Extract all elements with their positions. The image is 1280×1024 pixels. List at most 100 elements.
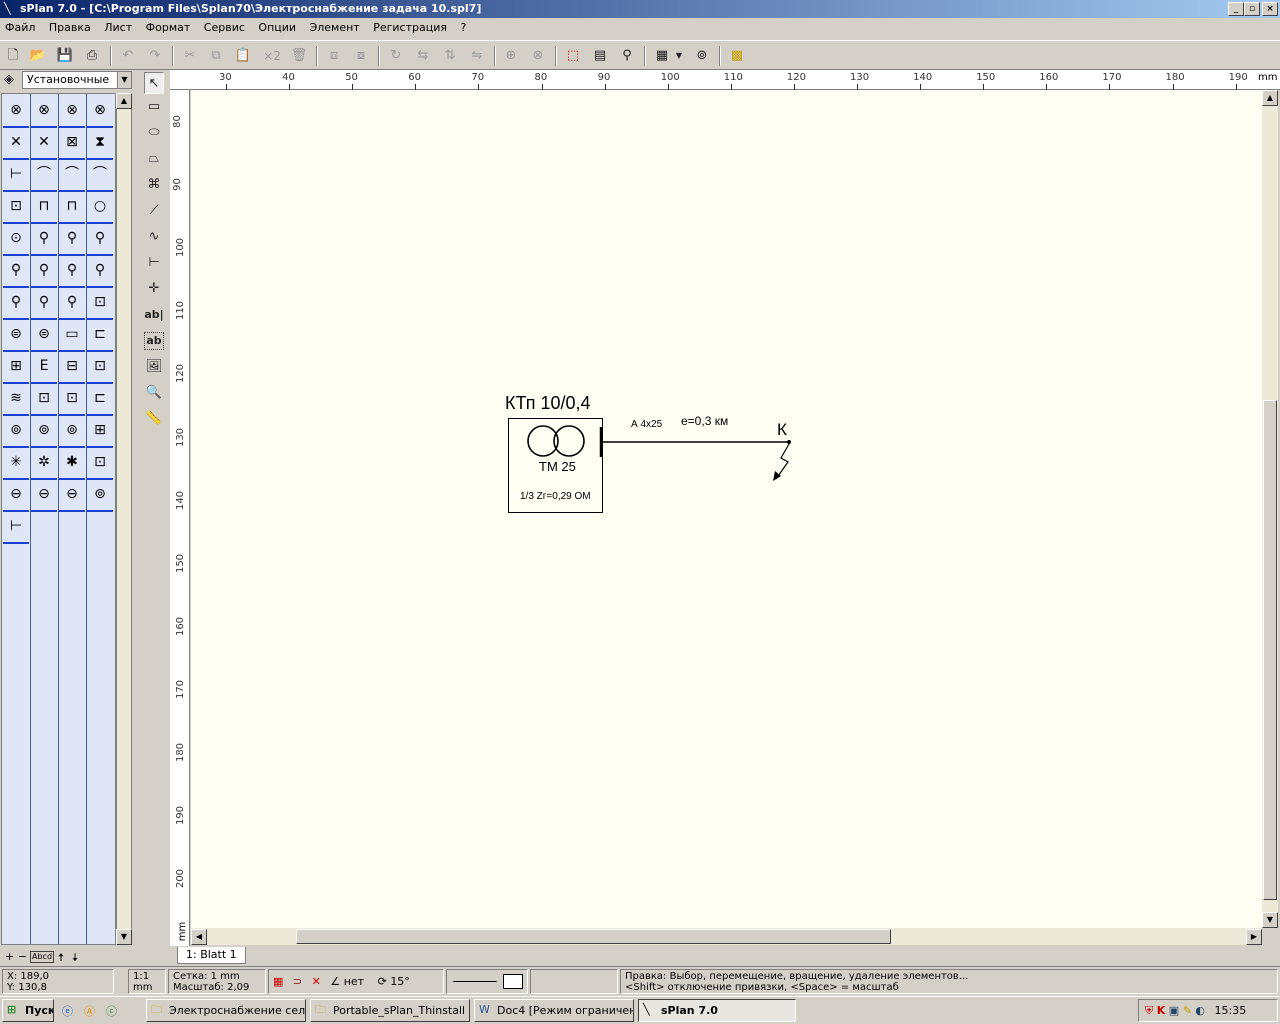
duplicate-x2-button[interactable]: ×2 xyxy=(260,46,284,66)
library-symbol-icon[interactable]: ⊏ xyxy=(87,385,113,416)
library-symbol-icon[interactable]: ⊙ xyxy=(3,225,29,256)
library-symbol-icon[interactable]: ✲ xyxy=(31,449,57,480)
remove-page-icon[interactable]: − xyxy=(18,950,27,963)
library-label-button[interactable]: Abcd xyxy=(30,951,55,963)
drawing-canvas[interactable]: КТп 10/0,4 ТМ 25 1/3 Zг=0,29 ОМ А 4х25 е… xyxy=(191,90,1262,928)
grid-icon[interactable]: ▦ xyxy=(652,46,672,66)
polygon-tool-icon[interactable]: ⏢ xyxy=(144,148,164,170)
to-back-icon[interactable]: ⧇ xyxy=(351,46,371,66)
copy-icon[interactable]: ⧉ xyxy=(206,46,226,66)
transformer-substation[interactable]: КТп 10/0,4 ТМ 25 1/3 Zг=0,29 ОМ xyxy=(505,393,603,513)
library-symbol-icon[interactable]: ⊡ xyxy=(31,385,57,416)
paste-icon[interactable]: 📋 xyxy=(233,46,253,66)
redo-icon[interactable]: ↷ xyxy=(145,46,165,66)
angle-icon[interactable]: ∠ xyxy=(330,975,340,988)
library-symbol-icon[interactable]: ≋ xyxy=(3,385,29,416)
library-symbol-icon[interactable]: ⊚ xyxy=(3,417,29,448)
library-symbol-icon[interactable]: ⊠ xyxy=(59,129,85,160)
library-symbol-icon[interactable]: ⊗ xyxy=(87,97,113,128)
parts-list-icon[interactable]: ▤ xyxy=(590,46,610,66)
save-icon[interactable]: 💾 xyxy=(55,46,75,66)
restore-button[interactable]: ▫ xyxy=(1244,2,1260,16)
library-symbol-icon[interactable]: ⊚ xyxy=(87,481,113,512)
sheet-tab-1[interactable]: 1: Blatt 1 xyxy=(177,947,246,964)
select-all-icon[interactable]: ⬚ xyxy=(563,46,583,66)
menu-options[interactable]: Опции xyxy=(253,18,301,38)
print-icon[interactable]: ⎙ xyxy=(82,46,102,66)
library-symbol-icon[interactable]: ⊡ xyxy=(87,353,113,384)
junction-tool-icon[interactable]: ✛ xyxy=(144,278,164,300)
quicklaunch-a-icon[interactable]: Ⓐ xyxy=(84,1003,95,1019)
library-symbol-icon[interactable]: ⊞ xyxy=(87,417,113,448)
library-symbol-icon[interactable]: ⚲ xyxy=(87,225,113,256)
undo-icon[interactable]: ↶ xyxy=(118,46,138,66)
scroll-right-icon[interactable]: ▶ xyxy=(1246,929,1262,945)
binoculars-icon[interactable]: ⚲ xyxy=(617,46,637,66)
kaspersky-icon[interactable]: K xyxy=(1157,1004,1166,1017)
library-symbol-icon[interactable]: ⊡ xyxy=(59,385,85,416)
delete-icon[interactable]: 🗑 xyxy=(289,46,309,66)
scroll-up-icon[interactable]: ▲ xyxy=(1262,90,1278,106)
to-front-icon[interactable]: ⧈ xyxy=(324,46,344,66)
library-symbol-icon[interactable]: ⚲ xyxy=(31,225,57,256)
rotate-icon[interactable]: ↻ xyxy=(386,46,406,66)
cable-line[interactable]: А 4х25 е=0,3 км xyxy=(601,414,791,444)
library-symbol-icon[interactable]: ✳ xyxy=(3,449,29,480)
image-tool-icon[interactable]: 🖼 xyxy=(144,356,164,378)
library-select[interactable]: Установочные ▼ xyxy=(22,71,132,89)
library-symbol-icon[interactable]: ⚲ xyxy=(31,257,57,288)
library-symbol-icon[interactable]: ⊡ xyxy=(3,193,29,224)
library-symbol-icon[interactable]: ⚲ xyxy=(3,257,29,288)
palette-icon[interactable]: ▩ xyxy=(727,46,747,66)
chevron-down-icon[interactable]: ▼ xyxy=(117,72,131,88)
mirror-h-icon[interactable]: ⇆ xyxy=(413,46,433,66)
mirror-v-icon[interactable]: ⇅ xyxy=(440,46,460,66)
group-icon[interactable]: ⊕ xyxy=(501,46,521,66)
library-symbol-icon[interactable]: ○ xyxy=(87,193,113,224)
text-tool-icon[interactable]: ab| xyxy=(144,304,164,326)
scroll-up-icon[interactable]: ▲ xyxy=(116,93,132,109)
grid-dropdown-chevron-down-icon[interactable]: ▼ xyxy=(673,46,685,66)
close-button[interactable]: × xyxy=(1262,2,1278,16)
ellipse-tool-icon[interactable]: ⬭ xyxy=(144,122,164,144)
line-style-panel[interactable] xyxy=(446,969,528,994)
menu-file[interactable]: Файл xyxy=(0,18,40,38)
task-portable-splan[interactable]: 🗀 Portable_sPlan_Thinstall xyxy=(310,999,470,1022)
library-symbol-icon[interactable]: ⚲ xyxy=(59,225,85,256)
volume-icon[interactable]: ◐ xyxy=(1195,1004,1205,1017)
library-symbol-icon[interactable]: ⊗ xyxy=(31,97,57,128)
short-circuit-point[interactable]: К xyxy=(773,420,790,481)
library-scrollbar[interactable]: ▲ ▼ xyxy=(116,93,132,945)
scroll-left-icon[interactable]: ◀ xyxy=(191,929,207,945)
ruler-tool-icon[interactable]: 📏 xyxy=(144,408,164,430)
bezier-tool-icon[interactable]: ∿ xyxy=(144,226,164,248)
menu-edit[interactable]: Правка xyxy=(44,18,96,38)
task-doc4[interactable]: W Doc4 [Режим ограничен... xyxy=(474,999,634,1022)
library-symbol-icon[interactable]: ⌒ xyxy=(59,161,85,192)
library-symbol-icon[interactable]: ⊖ xyxy=(31,481,57,512)
shield-icon[interactable]: ⛨ xyxy=(1145,1004,1153,1017)
ungroup-icon[interactable]: ⊗ xyxy=(528,46,548,66)
horizontal-scroll-thumb[interactable] xyxy=(296,929,891,944)
library-symbol-icon[interactable]: ⊓ xyxy=(59,193,85,224)
pin-icon[interactable]: ✕ xyxy=(312,975,321,988)
layers-icon[interactable]: ◈ xyxy=(4,72,20,88)
library-symbol-icon[interactable]: ⊟ xyxy=(59,353,85,384)
library-symbol-icon[interactable]: ⊖ xyxy=(59,481,85,512)
polyline-tool-icon[interactable]: ⌘ xyxy=(144,174,164,196)
library-symbol-icon[interactable]: ⊗ xyxy=(59,97,85,128)
vertical-scroll-thumb[interactable] xyxy=(1263,400,1277,900)
open-folder-icon[interactable]: 📂 xyxy=(28,46,48,66)
rectangle-tool-icon[interactable]: ▭ xyxy=(144,96,164,118)
canvas-horizontal-scrollbar[interactable]: ◀ ▶ xyxy=(191,928,1262,945)
library-symbol-icon[interactable]: ⊖ xyxy=(3,481,29,512)
library-symbol-icon[interactable]: ⊏ xyxy=(87,321,113,352)
scroll-down-icon[interactable]: ▼ xyxy=(1262,912,1278,928)
grid-snap-icon[interactable]: ▦ xyxy=(273,975,283,988)
task-electrosupply[interactable]: 🗀 Электроснабжение сел... xyxy=(146,999,306,1022)
pointer-tool-icon[interactable]: ↖ xyxy=(144,72,164,94)
library-symbol-icon[interactable]: ⚲ xyxy=(87,257,113,288)
library-symbol-icon[interactable]: ⊜ xyxy=(3,321,29,352)
library-symbol-icon[interactable]: ⊢ xyxy=(3,513,29,544)
dimension-tool-icon[interactable]: ⊢ xyxy=(144,252,164,274)
